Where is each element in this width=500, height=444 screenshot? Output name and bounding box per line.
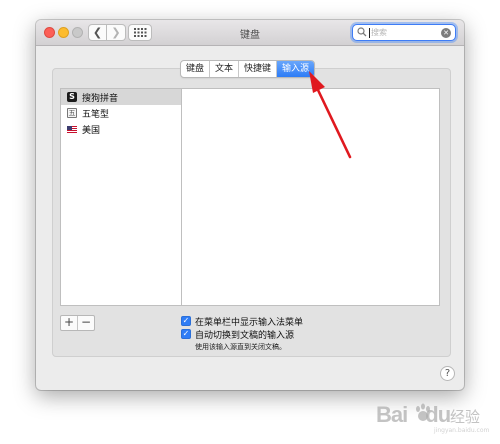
- preferences-window: ❮ ❯ 键盘 搜索 ✕ 键盘 文本 快捷键 输入源 S 搜狗拼音 五 五笔型 美…: [36, 20, 464, 390]
- help-button[interactable]: ?: [440, 366, 455, 381]
- list-item-us[interactable]: 美国: [61, 121, 181, 137]
- sogou-icon: S: [67, 92, 77, 102]
- list-item-label: 五笔型: [82, 110, 110, 120]
- show-input-menu-label: 在菜单栏中显示输入法菜单: [195, 318, 304, 328]
- watermark-suffix: 经验: [450, 408, 481, 426]
- add-input-source-button[interactable]: +: [61, 316, 78, 330]
- list-item-sogou-pinyin[interactable]: S 搜狗拼音: [61, 89, 181, 105]
- list-item-label: 搜狗拼音: [82, 94, 119, 104]
- search-icon: [357, 27, 367, 37]
- clear-search-icon[interactable]: ✕: [441, 28, 451, 38]
- watermark-url: jingyan.baidu.com: [434, 427, 490, 434]
- auto-switch-hint: 使用该输入源直到关闭文稿。: [195, 343, 286, 351]
- tab-text[interactable]: 文本: [210, 61, 240, 77]
- search-placeholder: 搜索: [371, 28, 387, 37]
- list-controls: + −: [60, 315, 95, 331]
- us-flag-icon: [67, 126, 77, 133]
- list-item-label: 美国: [82, 126, 101, 136]
- tab-shortcuts[interactable]: 快捷键: [239, 61, 278, 77]
- remove-input-source-button[interactable]: −: [78, 316, 94, 330]
- input-source-detail-pane: [182, 88, 440, 306]
- paw-icon: [416, 403, 430, 421]
- search-field[interactable]: 搜索 ✕: [352, 24, 456, 41]
- show-input-menu-checkbox[interactable]: ✓: [181, 316, 191, 326]
- title-bar: ❮ ❯ 键盘 搜索 ✕: [36, 20, 464, 46]
- tab-bar: 键盘 文本 快捷键 输入源: [180, 60, 316, 78]
- baidu-jingyan-watermark: Bai du 经验 jingyan.baidu.com: [376, 400, 494, 434]
- tab-input-sources[interactable]: 输入源: [277, 61, 315, 77]
- input-source-list: S 搜狗拼音 五 五笔型 美国: [60, 88, 182, 306]
- wubi-icon: 五: [67, 108, 77, 118]
- text-caret: [369, 28, 370, 38]
- tab-keyboard[interactable]: 键盘: [181, 61, 211, 77]
- auto-switch-checkbox[interactable]: ✓: [181, 329, 191, 339]
- auto-switch-label: 自动切换到文稿的输入源: [195, 331, 295, 341]
- list-item-wubi[interactable]: 五 五笔型: [61, 105, 181, 121]
